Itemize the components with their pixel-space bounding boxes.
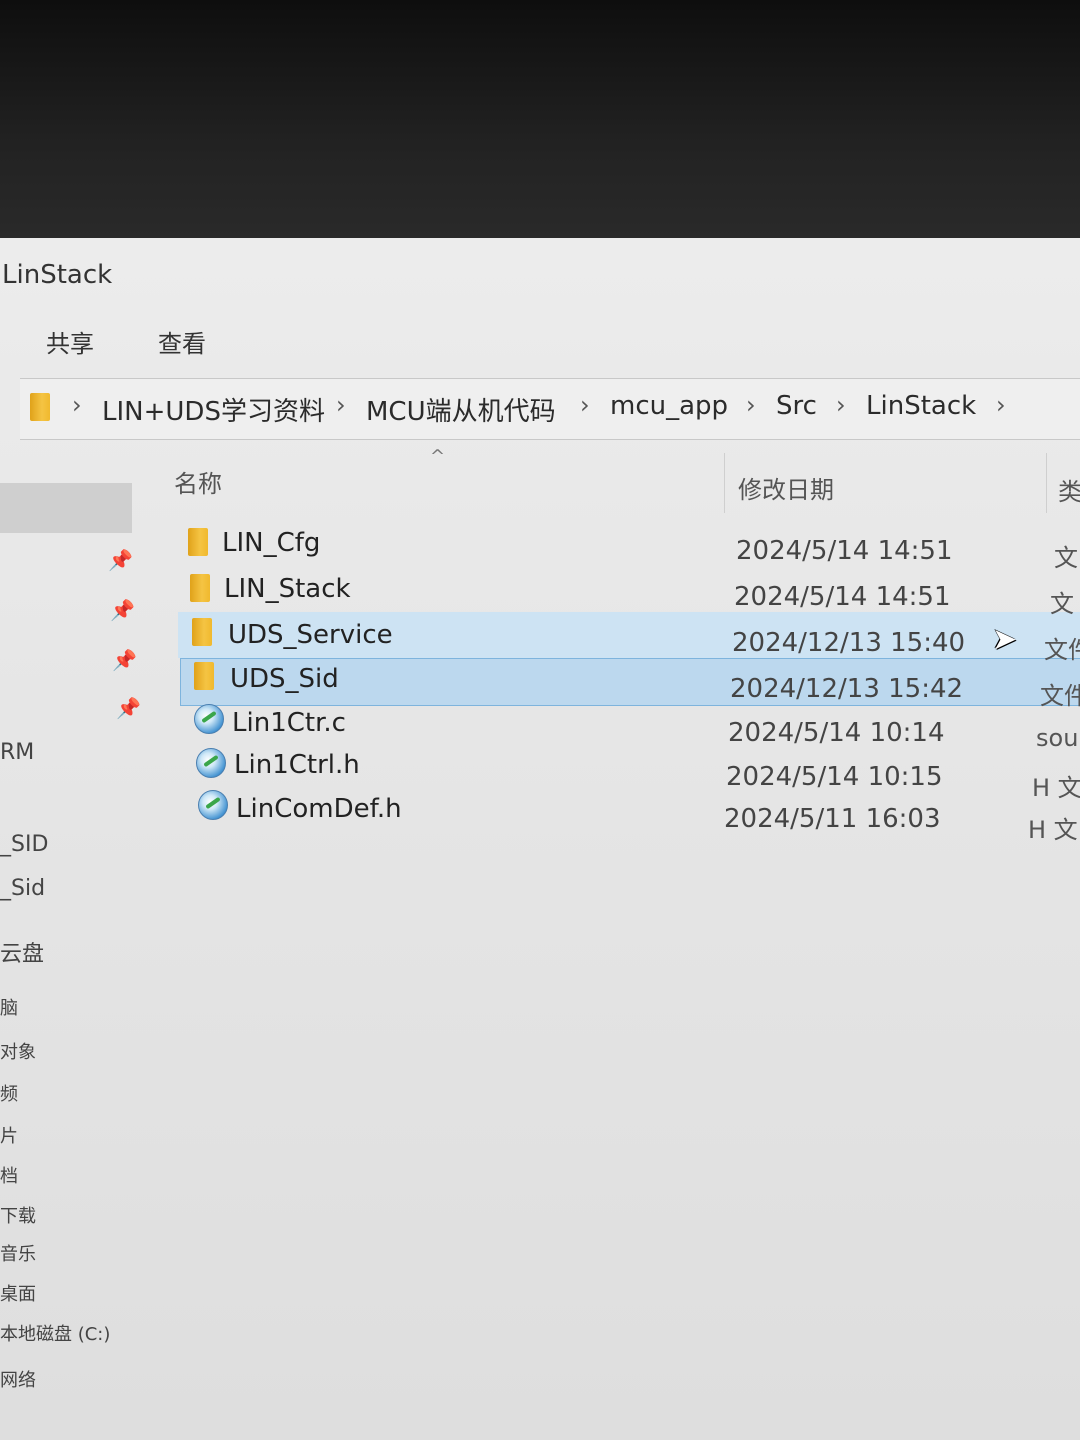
file-modified: 2024/5/14 14:51: [734, 582, 951, 612]
column-divider[interactable]: [1046, 453, 1047, 513]
nav-item[interactable]: 下载: [0, 1202, 36, 1228]
nav-item[interactable]: _Sid: [0, 876, 45, 901]
breadcrumb-item[interactable]: mcu_app: [610, 391, 728, 421]
file-name[interactable]: UDS_Service: [228, 620, 393, 650]
nav-item[interactable]: 档: [0, 1162, 18, 1188]
file-type: 文件: [1044, 636, 1080, 664]
file-modified: 2024/5/14 14:51: [736, 536, 953, 566]
file-type: sou: [1036, 724, 1079, 752]
file-type: 文: [1050, 590, 1074, 618]
sort-ascending-icon: ^: [430, 446, 446, 467]
breadcrumb-separator: ›: [72, 391, 82, 419]
column-header-name[interactable]: 名称: [174, 464, 222, 499]
breadcrumb-item[interactable]: LinStack: [866, 391, 976, 421]
source-file-icon: [198, 790, 228, 820]
file-type: H 文: [1028, 816, 1078, 844]
column-header-modified[interactable]: 修改日期: [738, 470, 834, 505]
breadcrumb-item[interactable]: MCU端从机代码: [366, 391, 556, 428]
breadcrumb-separator: ›: [836, 391, 846, 419]
tab-view[interactable]: 查看: [158, 324, 206, 359]
source-file-icon: [194, 704, 224, 734]
pin-icon[interactable]: 📌: [116, 696, 141, 720]
nav-item[interactable]: 对象: [0, 1038, 36, 1064]
nav-item[interactable]: 网络: [0, 1366, 36, 1392]
file-name[interactable]: UDS_Sid: [230, 664, 339, 694]
file-name[interactable]: LinComDef.h: [236, 794, 402, 824]
folder-icon: [188, 528, 208, 556]
folder-icon: [192, 618, 212, 646]
breadcrumb-separator: ›: [996, 391, 1006, 419]
folder-icon: [194, 662, 214, 690]
nav-item[interactable]: 片: [0, 1122, 18, 1148]
file-modified: 2024/5/14 10:14: [728, 718, 945, 748]
nav-selected-item[interactable]: [0, 483, 132, 533]
file-type: 文: [1054, 544, 1078, 572]
file-modified: 2024/5/14 10:15: [726, 762, 943, 792]
pin-icon[interactable]: 📌: [112, 648, 137, 672]
file-type: 文件: [1040, 682, 1080, 710]
breadcrumb-separator: ›: [580, 391, 590, 419]
nav-item[interactable]: 本地磁盘 (C:): [0, 1320, 110, 1346]
folder-icon: [30, 393, 50, 421]
mouse-cursor-icon: ➤: [992, 622, 1018, 657]
file-explorer-window: LinStack 共享 查看 › LIN+UDS学习资料 › MCU端从机代码 …: [0, 238, 1080, 1440]
address-bar[interactable]: › LIN+UDS学习资料 › MCU端从机代码 › mcu_app › Src…: [20, 378, 1080, 440]
file-modified: 2024/12/13 15:40: [732, 628, 966, 658]
monitor-bezel: [0, 0, 1080, 240]
file-modified: 2024/5/11 16:03: [724, 804, 941, 834]
folder-icon: [190, 574, 210, 602]
pin-icon[interactable]: 📌: [108, 548, 133, 572]
nav-item[interactable]: RM: [0, 740, 34, 765]
nav-item[interactable]: _SID: [0, 832, 48, 857]
file-name[interactable]: LIN_Cfg: [222, 528, 320, 558]
column-header-type[interactable]: 类: [1058, 472, 1080, 507]
nav-item[interactable]: 音乐: [0, 1240, 36, 1266]
breadcrumb-item[interactable]: Src: [776, 391, 817, 421]
nav-item[interactable]: 桌面: [0, 1280, 36, 1306]
file-modified: 2024/12/13 15:42: [730, 674, 964, 704]
column-divider[interactable]: [724, 453, 725, 513]
window-title: LinStack: [2, 260, 113, 290]
tab-share[interactable]: 共享: [46, 324, 94, 359]
source-file-icon: [196, 748, 226, 778]
file-name[interactable]: Lin1Ctrl.h: [234, 750, 360, 780]
breadcrumb-separator: ›: [336, 391, 346, 419]
file-name[interactable]: Lin1Ctr.c: [232, 708, 346, 738]
nav-item[interactable]: 云盘: [0, 936, 44, 968]
file-name[interactable]: LIN_Stack: [224, 574, 351, 604]
nav-item[interactable]: 频: [0, 1080, 18, 1106]
nav-item[interactable]: 脑: [0, 994, 18, 1020]
breadcrumb-item[interactable]: LIN+UDS学习资料: [102, 391, 325, 428]
breadcrumb-separator: ›: [746, 391, 756, 419]
file-type: H 文: [1032, 774, 1080, 802]
pin-icon[interactable]: 📌: [110, 598, 135, 622]
